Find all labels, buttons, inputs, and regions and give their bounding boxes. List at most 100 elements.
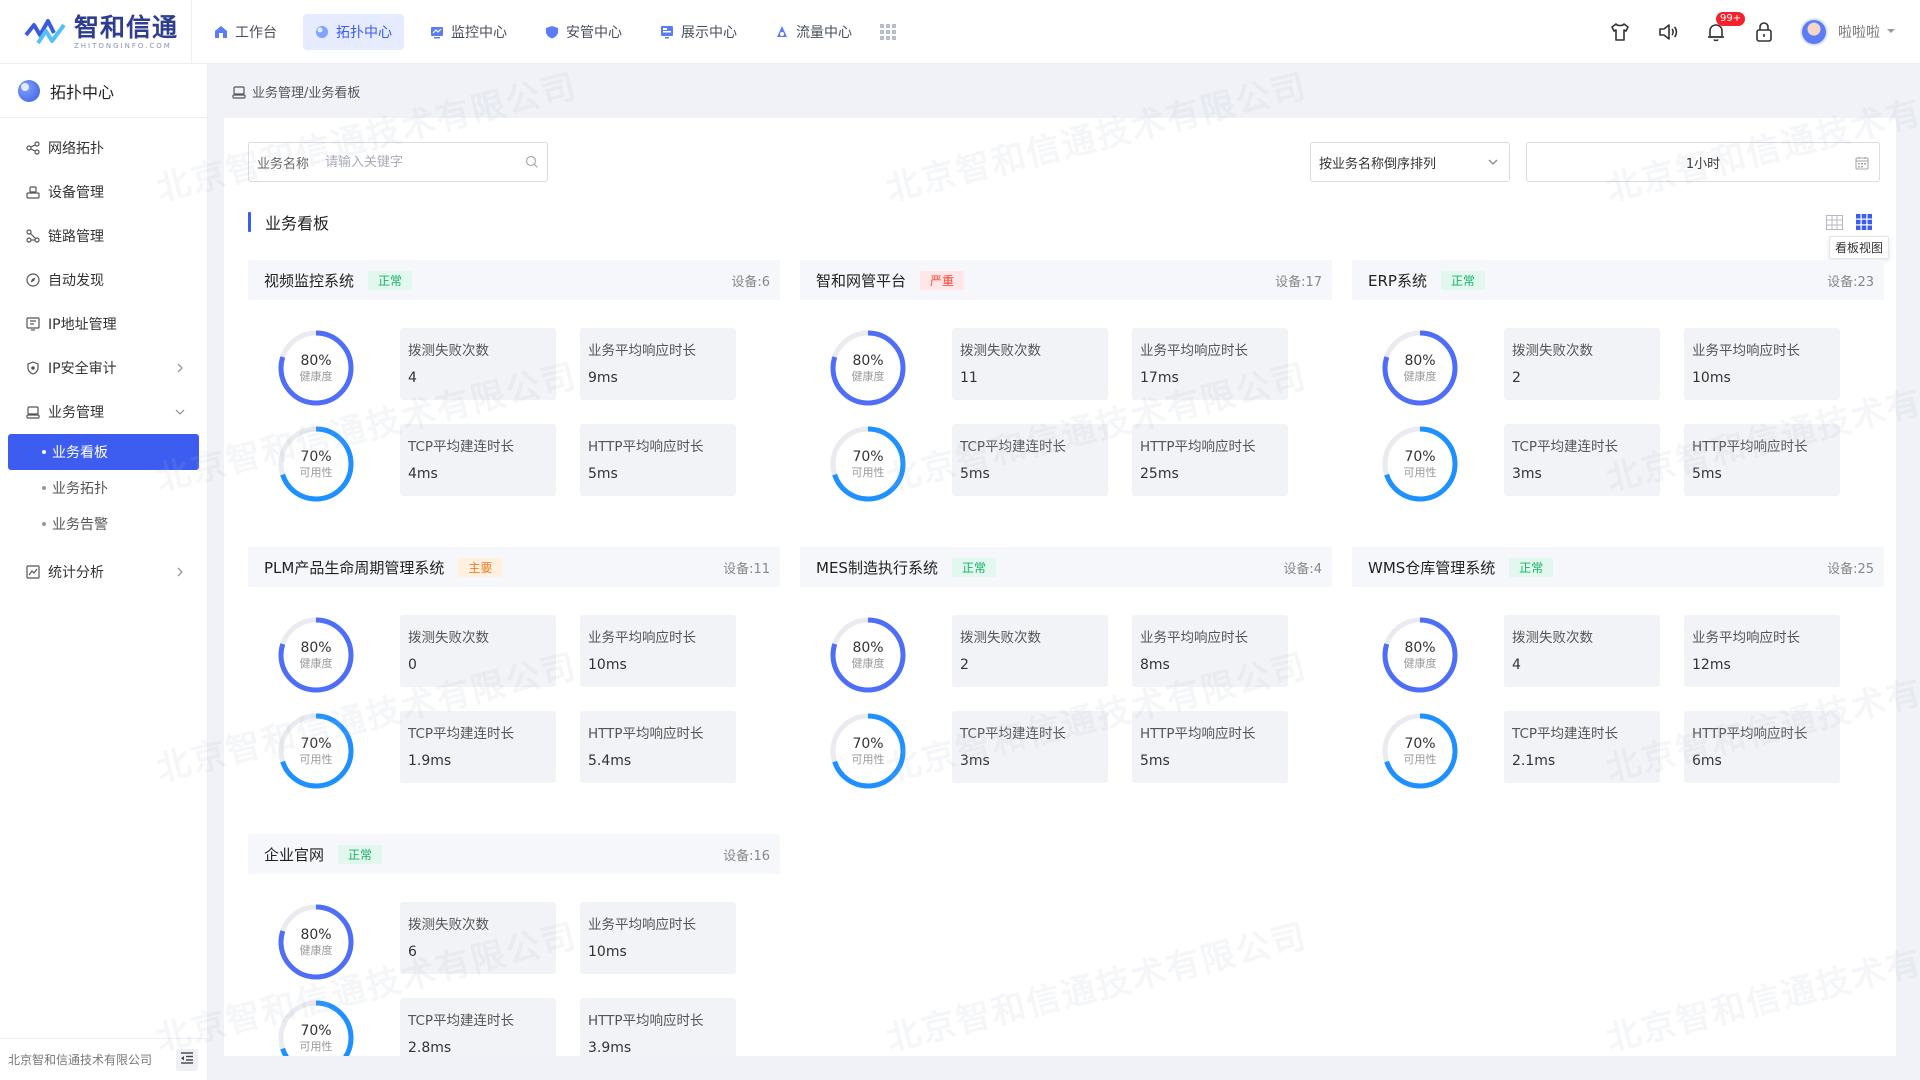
nav-item-security[interactable]: 安管中心 xyxy=(533,14,634,50)
search-input[interactable] xyxy=(325,154,516,170)
nav-item-display[interactable]: 展示中心 xyxy=(648,14,749,50)
metric-value: 1.9ms xyxy=(408,753,452,769)
http-response-time-metric: HTTP平均响应时长 6ms xyxy=(1684,711,1840,783)
nav-item-topology[interactable]: 拓扑中心 xyxy=(303,13,404,50)
metric-label: TCP平均建连时长 xyxy=(408,1013,515,1029)
tcp-connect-time-metric: TCP平均建连时长 2.1ms xyxy=(1504,711,1660,783)
business-name: MES制造执行系统 xyxy=(816,558,938,577)
nav-item-workbench[interactable]: 工作台 xyxy=(202,14,289,50)
business-card[interactable]: WMS仓库管理系统 正常 设备:25 80% 健康度 70% 可用性 拨测失败次… xyxy=(1352,547,1884,789)
nav-item-flow[interactable]: 流量中心 xyxy=(763,14,864,50)
user-name: 啦啦啦 xyxy=(1838,25,1880,41)
search-icon[interactable] xyxy=(525,155,539,173)
business-card[interactable]: PLM产品生命周期管理系统 主要 设备:11 80% 健康度 70% 可用性 拨… xyxy=(248,547,780,789)
sort-select[interactable]: 按业务名称倒序排列 xyxy=(1310,142,1510,182)
user-menu[interactable]: 啦啦啦 xyxy=(1800,18,1896,46)
time-range-select[interactable]: 1小时 xyxy=(1526,142,1880,182)
status-badge: 正常 xyxy=(1509,557,1554,577)
business-name: 智和网管平台 xyxy=(816,271,907,290)
tcp-connect-time-metric: TCP平均建连时长 3ms xyxy=(1504,424,1660,496)
health-label: 健康度 xyxy=(299,657,333,670)
metric-value: 5ms xyxy=(588,466,618,482)
metric-value: 5ms xyxy=(1692,466,1722,482)
availability-gauge: 70% 可用性 xyxy=(1380,424,1460,504)
table-view-icon[interactable] xyxy=(1825,213,1843,231)
business-icon xyxy=(232,85,246,99)
sidebar-title: 拓扑中心 xyxy=(50,82,115,102)
sidebar-item-label: IP地址管理 xyxy=(48,317,117,333)
business-card[interactable]: MES制造执行系统 正常 设备:4 80% 健康度 70% 可用性 拨测失败次数… xyxy=(800,547,1332,789)
sound-icon[interactable] xyxy=(1656,20,1680,44)
avg-response-time-metric: 业务平均响应时长 10ms xyxy=(580,902,736,974)
avg-response-time-metric: 业务平均响应时长 17ms xyxy=(1132,328,1288,400)
collapse-sidebar-button[interactable] xyxy=(176,1049,198,1071)
tcp-connect-time-metric: TCP平均建连时长 3ms xyxy=(952,711,1108,783)
probe-fail-count-metric: 拨测失败次数 6 xyxy=(400,902,556,974)
brand-subtitle: ZHITONGINFO.COM xyxy=(74,41,172,50)
sidebar: 拓扑中心 网络拓扑 设备管理 链路管理 自动发现 IP地址管理 IP安全审计 业… xyxy=(0,64,208,1080)
time-range-value: 1小时 xyxy=(1685,156,1721,172)
apps-grid-icon[interactable] xyxy=(880,23,896,40)
lock-icon[interactable] xyxy=(1752,20,1776,44)
sidebar-subitem-business-alarm[interactable]: 业务告警 xyxy=(8,506,199,542)
business-card[interactable]: 智和网管平台 严重 设备:17 80% 健康度 70% 可用性 拨测失败次数 1… xyxy=(800,260,1332,502)
health-label: 健康度 xyxy=(1403,657,1437,670)
metric-label: HTTP平均响应时长 xyxy=(1692,726,1808,742)
nav-label: 展示中心 xyxy=(681,24,737,41)
chevron-down-icon xyxy=(175,405,185,421)
metric-value: 0 xyxy=(408,657,417,673)
board-view-icon[interactable] xyxy=(1855,213,1873,231)
probe-fail-count-metric: 拨测失败次数 4 xyxy=(1504,615,1660,687)
http-response-time-metric: HTTP平均响应时长 5ms xyxy=(580,424,736,496)
health-value: 80% xyxy=(300,640,332,656)
metric-label: 业务平均响应时长 xyxy=(1140,630,1248,646)
health-value: 80% xyxy=(1404,353,1436,369)
metric-label: 拨测失败次数 xyxy=(1512,343,1593,359)
availability-value: 70% xyxy=(300,1023,332,1039)
health-gauge: 80% 健康度 xyxy=(1380,615,1460,695)
notification-badge: 99+ xyxy=(1716,12,1746,26)
sidebar-subitem-business-topology[interactable]: 业务拓扑 xyxy=(8,470,199,506)
sidebar-item-business-management[interactable]: 业务管理 xyxy=(0,390,207,434)
calendar-icon xyxy=(1855,156,1869,174)
business-card[interactable]: 视频监控系统 正常 设备:6 80% 健康度 70% 可用性 拨测失败次数 4 … xyxy=(248,260,780,502)
brand-logo[interactable]: 智和信通 ZHITONGINFO.COM xyxy=(0,0,192,64)
bell-icon[interactable]: 99+ xyxy=(1704,12,1746,44)
business-card[interactable]: ERP系统 正常 设备:23 80% 健康度 70% 可用性 拨测失败次数 2 … xyxy=(1352,260,1884,502)
search-field[interactable]: 业务名称 xyxy=(248,142,548,182)
health-gauge: 80% 健康度 xyxy=(828,615,908,695)
card-header: 企业官网 正常 设备:16 xyxy=(248,834,780,874)
nav-item-monitor[interactable]: 监控中心 xyxy=(418,14,519,50)
health-value: 80% xyxy=(300,927,332,943)
metric-value: 3ms xyxy=(1512,466,1542,482)
probe-fail-count-metric: 拨测失败次数 0 xyxy=(400,615,556,687)
company-name: 北京智和信通技术有限公司 xyxy=(8,1053,153,1067)
availability-value: 70% xyxy=(852,736,884,752)
sidebar-item-device-management[interactable]: 设备管理 xyxy=(0,170,207,214)
metric-value: 2 xyxy=(1512,370,1521,386)
metric-value: 25ms xyxy=(1140,466,1179,482)
shield-icon xyxy=(545,25,559,39)
business-card[interactable]: 企业官网 正常 设备:16 80% 健康度 70% 可用性 拨测失败次数 6 业… xyxy=(248,834,780,1056)
sidebar-subitem-business-board[interactable]: 业务看板 xyxy=(8,434,199,470)
card-header: ERP系统 正常 设备:23 xyxy=(1352,260,1884,300)
monitor-icon xyxy=(430,25,444,39)
skin-icon[interactable] xyxy=(1608,20,1632,44)
sidebar-item-auto-discovery[interactable]: 自动发现 xyxy=(0,258,207,302)
metric-value: 2 xyxy=(960,657,969,673)
business-name: PLM产品生命周期管理系统 xyxy=(264,558,445,577)
sidebar-item-network-topology[interactable]: 网络拓扑 xyxy=(0,126,207,170)
availability-gauge: 70% 可用性 xyxy=(276,424,356,504)
sidebar-item-ip-security-audit[interactable]: IP安全审计 xyxy=(0,346,207,390)
avg-response-time-metric: 业务平均响应时长 10ms xyxy=(1684,328,1840,400)
http-response-time-metric: HTTP平均响应时长 5ms xyxy=(1684,424,1840,496)
metric-label: HTTP平均响应时长 xyxy=(588,726,704,742)
metric-label: TCP平均建连时长 xyxy=(408,726,515,742)
probe-fail-count-metric: 拨测失败次数 11 xyxy=(952,328,1108,400)
sidebar-item-statistics[interactable]: 统计分析 xyxy=(0,550,207,594)
sidebar-item-label: IP安全审计 xyxy=(48,361,117,377)
sidebar-item-ip-address[interactable]: IP地址管理 xyxy=(0,302,207,346)
device-count: 设备:17 xyxy=(1275,274,1322,290)
sidebar-item-link-management[interactable]: 链路管理 xyxy=(0,214,207,258)
metric-label: HTTP平均响应时长 xyxy=(588,439,704,455)
